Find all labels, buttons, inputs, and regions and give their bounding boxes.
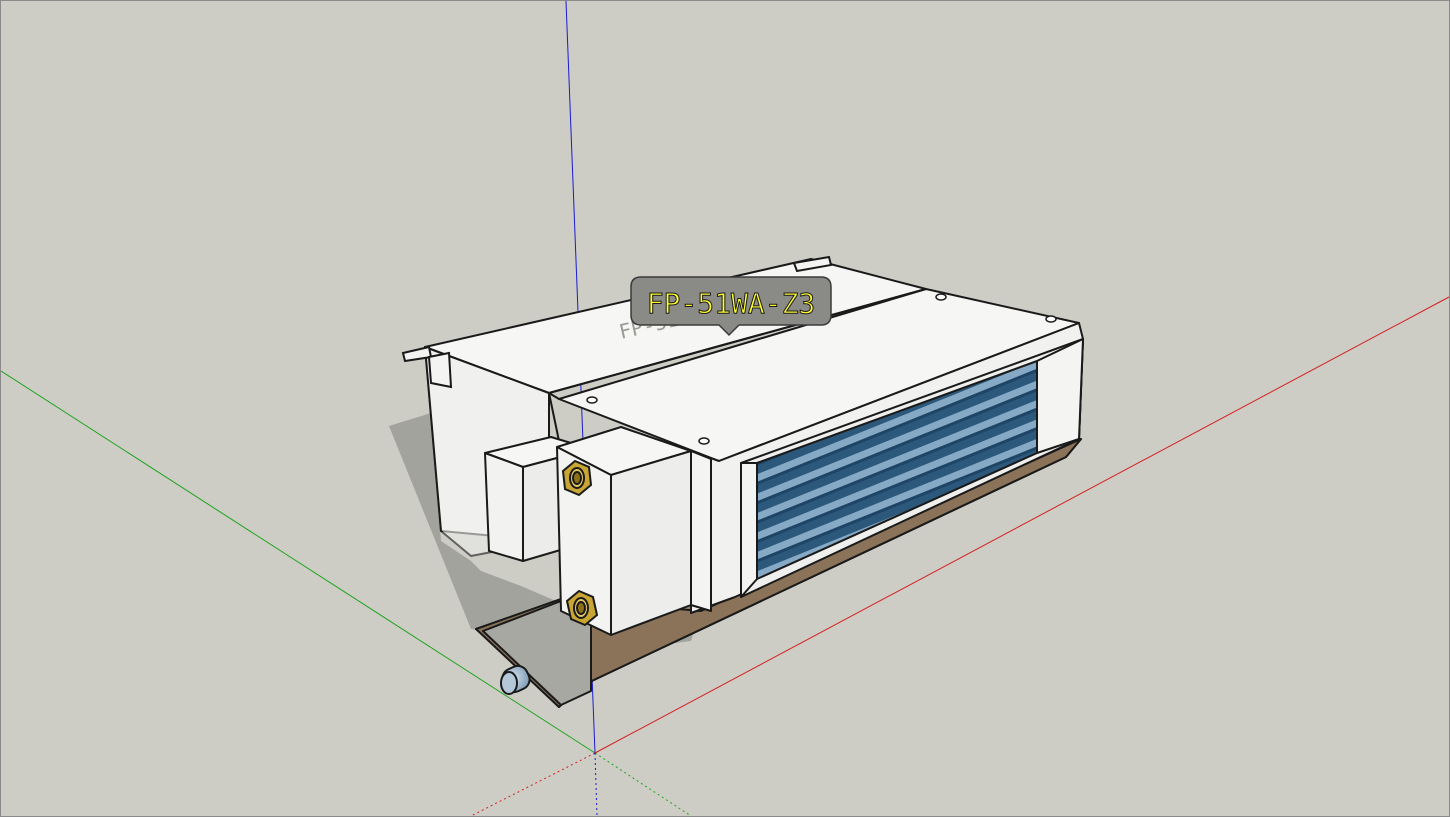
header-box-strip bbox=[690, 450, 712, 612]
green-axis-negative bbox=[594, 752, 692, 816]
pipe-fitting-lower-icon[interactable] bbox=[565, 589, 599, 627]
scene-canvas[interactable]: FP-51WA-Z3 FP-51WA-Z3 bbox=[1, 1, 1449, 816]
blue-axis-negative bbox=[594, 752, 598, 816]
component-tag-label: FP-51WA-Z3 bbox=[647, 287, 816, 320]
header-box-side bbox=[610, 450, 692, 636]
red-axis-negative bbox=[470, 752, 596, 816]
ebox-front bbox=[484, 452, 524, 562]
modeling-viewport[interactable]: FP-51WA-Z3 FP-51WA-Z3 bbox=[0, 0, 1450, 817]
coil-left-panel bbox=[740, 462, 758, 598]
